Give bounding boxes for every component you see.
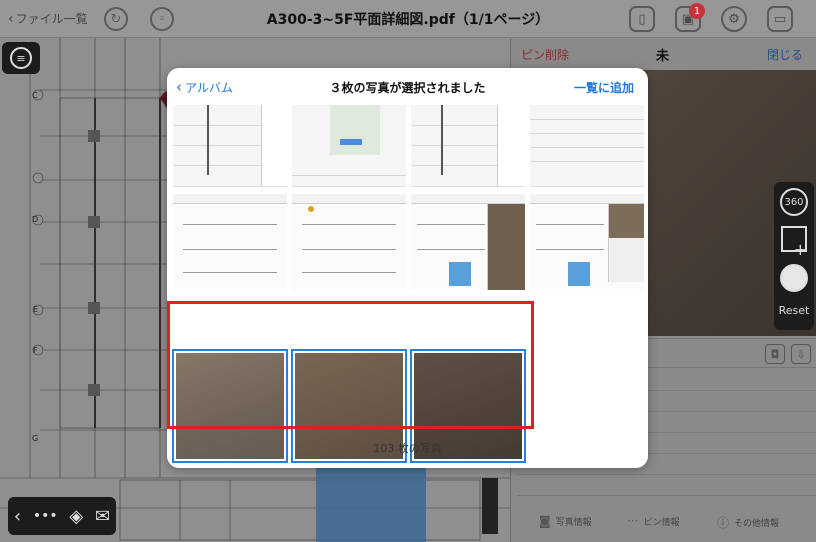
tab-photo-info[interactable]: ◙ 写真情報 xyxy=(539,514,592,528)
bottom-toolbar: ‹ ••• ◈ ✉ xyxy=(8,497,116,535)
photo-count: 103 枚の写真 xyxy=(373,442,442,455)
info-tabs: ◙ 写真情報 ··· ピン情報 ⓘ その他情報 xyxy=(511,508,816,536)
album-back-label: アルバム xyxy=(185,81,233,95)
chevron-left-icon: ‹ xyxy=(8,11,14,27)
photo-thumbnail[interactable] xyxy=(292,105,406,187)
photo-thumbnail[interactable] xyxy=(530,105,644,187)
file-list-back-link[interactable]: ‹ ファイル一覧 xyxy=(8,10,88,27)
tab-pin-info[interactable]: ··· ピン情報 xyxy=(627,514,679,528)
add-grid-icon[interactable] xyxy=(781,226,807,259)
photo-thumbnail[interactable] xyxy=(530,194,644,290)
album-back-button[interactable]: ‹ アルバム xyxy=(176,78,233,96)
grid-label-d: D xyxy=(32,215,39,224)
bookmark-icon[interactable]: ▯ xyxy=(629,6,655,32)
bulb-icon[interactable]: ◦ xyxy=(150,7,174,31)
mail-icon[interactable]: ✉ xyxy=(95,506,110,527)
more-dots-icon[interactable]: ••• xyxy=(33,508,58,524)
camera-icon[interactable]: ◘ xyxy=(765,344,785,364)
add-to-list-button[interactable]: 一覧に追加 xyxy=(574,79,634,96)
file-list-label: ファイル一覧 xyxy=(15,12,88,26)
tab-label: その他情報 xyxy=(734,519,780,529)
photo-view-controls: 360 Reset xyxy=(774,182,814,330)
tab-other-info[interactable]: ⓘ その他情報 xyxy=(717,514,779,531)
gear-icon[interactable]: ⚙ xyxy=(721,6,747,32)
window-icon[interactable]: ▭ xyxy=(767,6,793,32)
layer-menu-button[interactable]: ≡ xyxy=(2,42,40,74)
info-icon: ⓘ xyxy=(717,516,730,530)
pin-delete-button[interactable]: ピン削除 xyxy=(521,46,569,63)
reset-button[interactable]: Reset xyxy=(774,304,814,317)
notification-badge: 1 xyxy=(689,3,705,19)
grid-label-g: G xyxy=(32,434,39,443)
tab-label: ピン情報 xyxy=(643,517,680,528)
top-bar: ‹ ファイル一覧 ↻ ◦ A300-3~5F平面詳細図.pdf（1/1ページ） ▯… xyxy=(0,0,816,38)
grid-label-e: E xyxy=(33,305,39,314)
photo-thumbnail[interactable] xyxy=(292,194,406,290)
pin-detail-header: ピン削除 未 閉じる xyxy=(511,38,816,68)
photo-thumbnail[interactable] xyxy=(173,194,287,290)
chevron-left-icon[interactable]: ‹ xyxy=(14,506,21,527)
more-dots-icon: ··· xyxy=(627,514,639,528)
camera-icon: ◙ xyxy=(539,514,551,528)
close-button[interactable]: 閉じる xyxy=(767,46,803,63)
download-icon[interactable]: ⇩ xyxy=(791,344,811,364)
list-icon: ≡ xyxy=(10,47,32,69)
layers-icon[interactable]: ◈ xyxy=(69,506,83,527)
photo-thumbnail[interactable] xyxy=(411,105,525,187)
pin-title: 未 xyxy=(656,49,670,64)
grid-label-c: C xyxy=(32,91,38,100)
grid-label-f: F xyxy=(33,346,38,355)
view-360-icon[interactable]: 360 xyxy=(780,188,808,216)
record-icon[interactable] xyxy=(780,264,808,292)
album-picker-dialog: ‹ アルバム ３枚の写真が選択されました 一覧に追加 103 枚の写真 xyxy=(167,68,648,468)
chevron-left-icon: ‹ xyxy=(176,78,182,96)
photo-thumbnail[interactable] xyxy=(411,194,525,290)
photo-thumbnail[interactable] xyxy=(173,105,287,187)
selection-highlight xyxy=(167,301,534,429)
refresh-icon[interactable]: ↻ xyxy=(104,7,128,31)
tab-label: 写真情報 xyxy=(555,517,592,528)
